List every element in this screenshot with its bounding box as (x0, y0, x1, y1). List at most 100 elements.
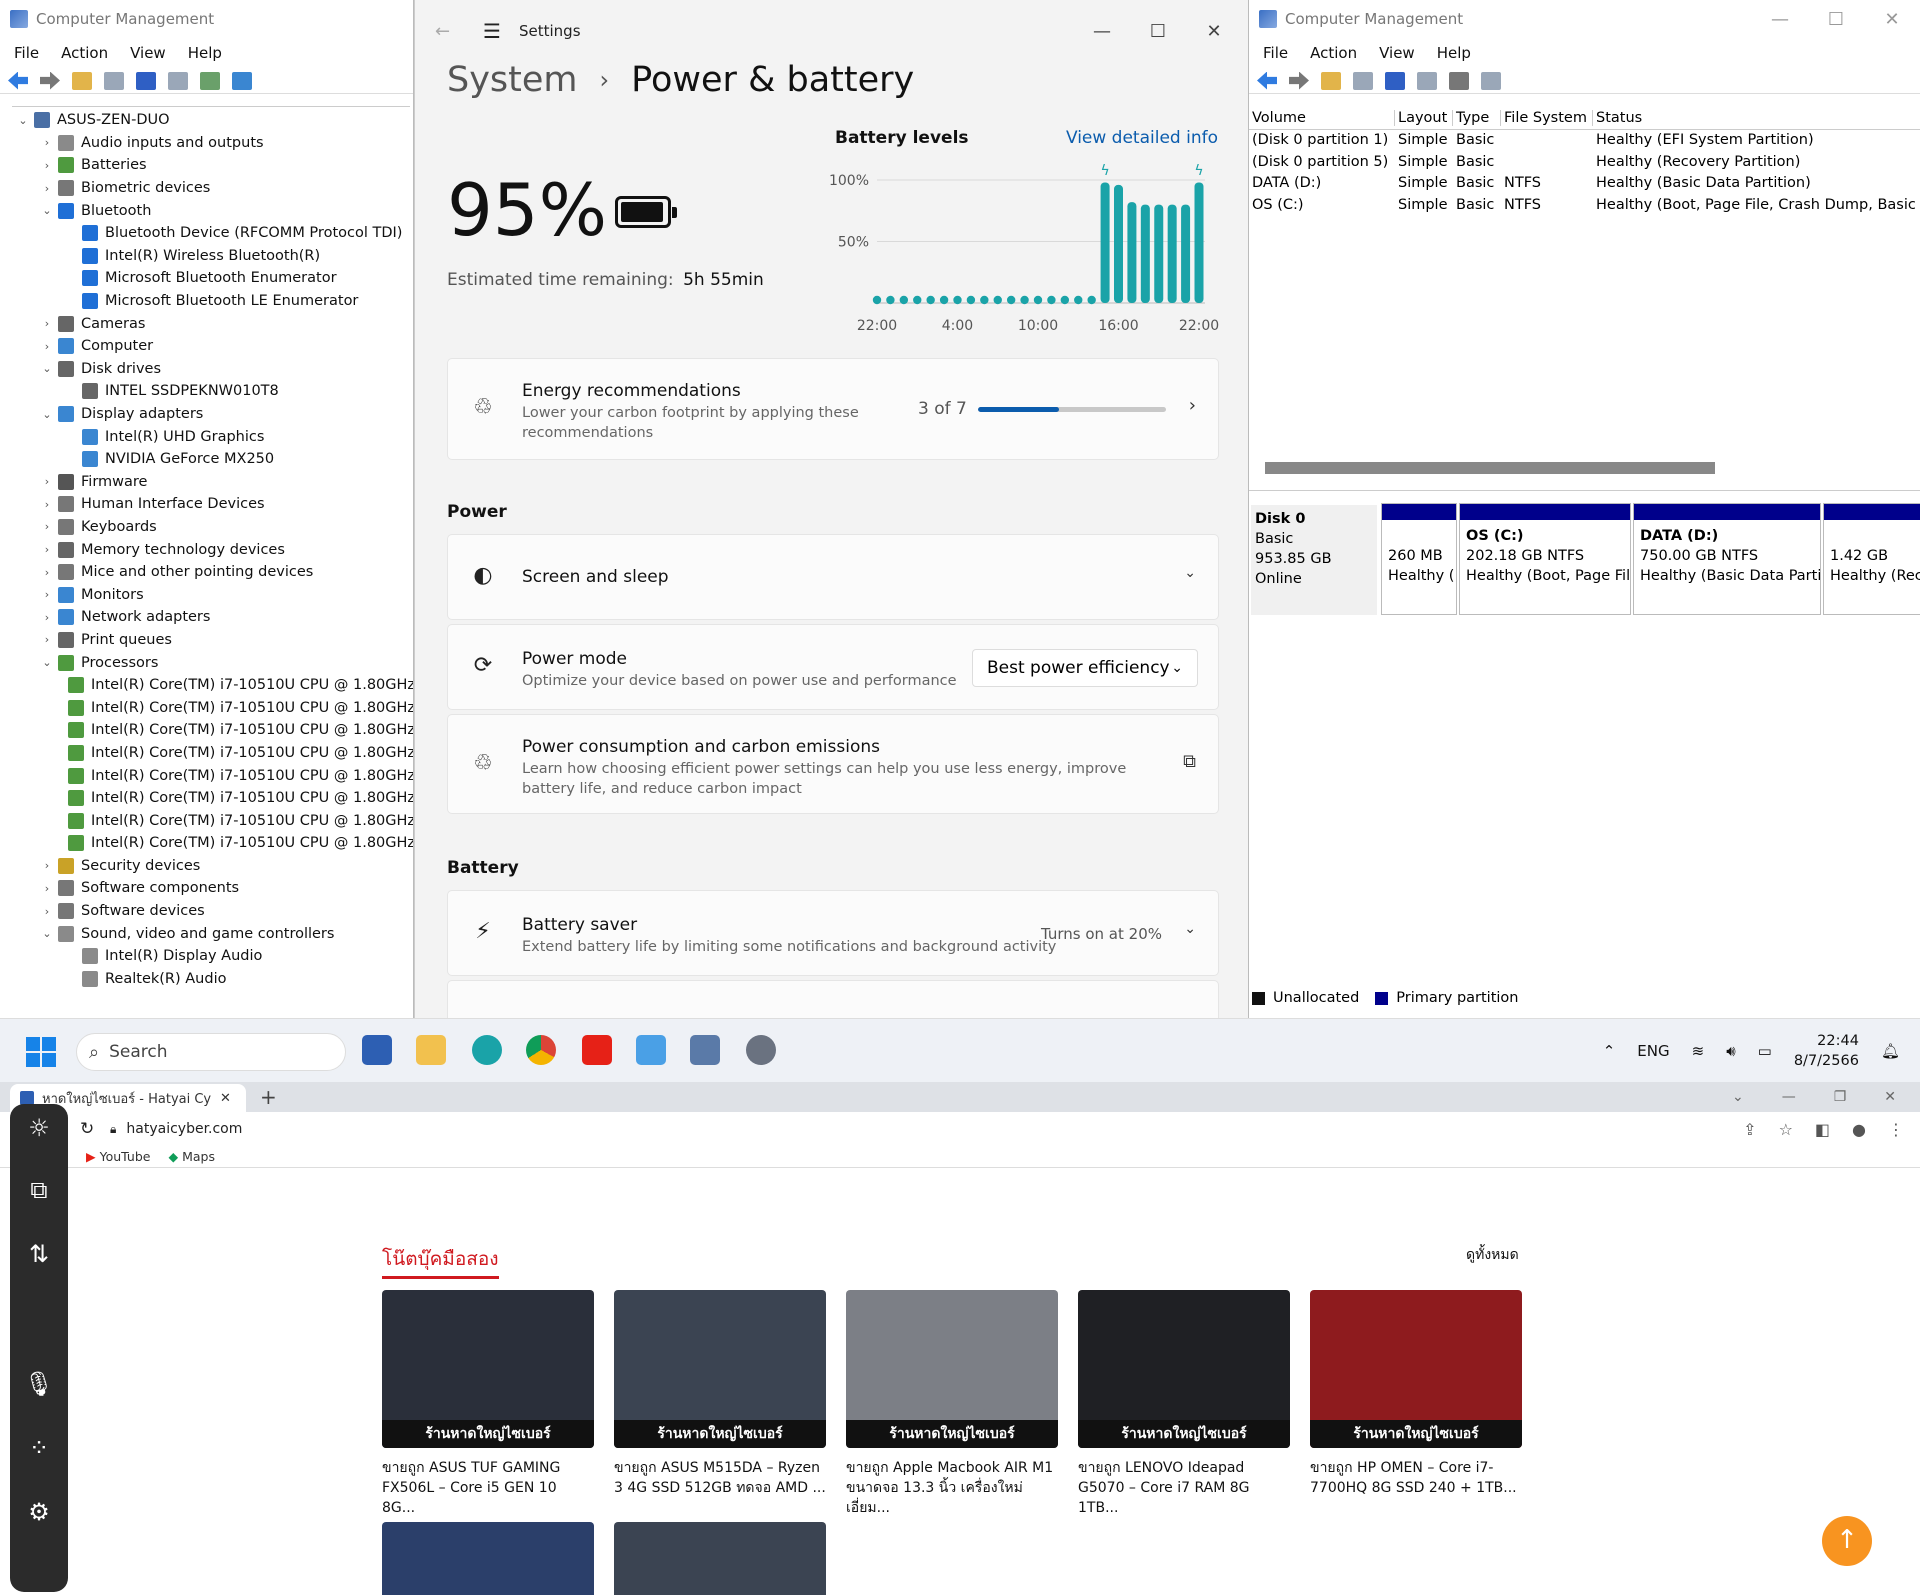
table-row[interactable]: DATA (D:) Simple Basic NTFS Healthy (Basic D… (1249, 173, 1920, 195)
tab-close-icon[interactable]: ✕ (220, 1091, 231, 1106)
title-bar[interactable]: Computer Management (0, 0, 413, 38)
tree-node[interactable]: Intel(R) Core(TM) i7-10510U CPU @ 1.80GH… (12, 787, 413, 810)
notification-bell-icon[interactable]: 🔔︎ (1881, 1042, 1900, 1060)
product-caption[interactable]: ขายถูก ASUS M515DA – Ryzen 3 4G SSD 512GB… (614, 1458, 826, 1498)
tree-node[interactable]: Intel(R) UHD Graphics (12, 425, 410, 448)
close-icon[interactable]: ✕ (1884, 1089, 1896, 1105)
product-card[interactable]: ร้านหาดใหญ่ไซเบอร์ ขายถูก HP OMEN – Core … (1310, 1290, 1522, 1498)
settings-gear-icon[interactable]: ⚙ (10, 1498, 68, 1526)
tab-search-icon[interactable]: ⌄ (1732, 1089, 1744, 1105)
tree-node[interactable]: Intel(R) Core(TM) i7-10510U CPU @ 1.80GH… (12, 742, 413, 765)
scan-hardware-icon[interactable] (232, 71, 252, 90)
chevron-right-icon[interactable]: › (40, 340, 54, 353)
tree-node[interactable]: › Firmware (12, 471, 410, 494)
close-icon[interactable]: ✕ (1864, 9, 1920, 30)
windows-start-icon[interactable] (26, 1037, 56, 1067)
menu-action[interactable]: Action (61, 44, 108, 62)
store-icon[interactable] (362, 1035, 392, 1065)
col-volume[interactable]: Volume (1249, 110, 1395, 127)
chevron-right-icon[interactable]: › (40, 588, 54, 601)
back-icon[interactable] (8, 71, 28, 90)
tree-node[interactable]: Realtek(R) Audio (12, 968, 410, 991)
menu-action[interactable]: Action (1310, 44, 1357, 62)
table-row[interactable]: (Disk 0 partition 5) Simple Basic Healthy (… (1249, 151, 1920, 173)
chevron-right-icon[interactable]: › (40, 905, 54, 918)
tree-node[interactable]: ⌄ Disk drives (12, 358, 410, 381)
key-icon[interactable] (1449, 71, 1469, 90)
chevron-right-icon[interactable]: › (40, 317, 54, 330)
scroll-to-top-button[interactable]: ↑ (1822, 1516, 1872, 1566)
computer-management-task-icon[interactable] (690, 1035, 720, 1065)
horizontal-scrollbar[interactable] (1265, 462, 1715, 474)
power-mode-dropdown[interactable]: Best power efficiency ⌄ (972, 649, 1198, 687)
up-folder-icon[interactable] (72, 71, 92, 90)
table-row[interactable]: (Disk 0 partition 1) Simple Basic Healthy (… (1249, 130, 1920, 152)
file-explorer-icon[interactable] (416, 1035, 446, 1065)
tree-node[interactable]: › Audio inputs and outputs (12, 132, 410, 155)
partition-os[interactable]: OS (C:) 202.18 GB NTFS Healthy (Boot, Page… (1459, 503, 1631, 615)
close-icon[interactable]: ✕ (1186, 21, 1242, 42)
screen-and-sleep-card[interactable]: ◐ Screen and sleep ⌄ (447, 534, 1219, 620)
product-card[interactable]: ร้านหาดใหญ่ไซเบอร์ ขายถูก Apple Macbook A… (846, 1290, 1058, 1518)
product-caption[interactable]: ขายถูก ASUS TUF GAMING FX506L – Core i5 G… (382, 1458, 594, 1518)
address-bar[interactable]: ↻ 🔒︎ hatyaicyber.com ⇪ ☆ ◧ ● ⋮ (0, 1112, 1920, 1146)
tree-node[interactable]: ⌄ Display adapters (12, 403, 410, 426)
youtube-icon[interactable] (582, 1035, 612, 1065)
tree-node[interactable]: Intel(R) Display Audio (12, 945, 410, 968)
tree-node[interactable]: › Monitors (12, 583, 410, 606)
energy-recommendations-card[interactable]: ♲ Energy recommendations Lower your carb… (447, 358, 1219, 460)
chevron-right-icon[interactable]: › (40, 566, 54, 579)
chevron-down-icon[interactable]: ⌄ (1184, 921, 1196, 937)
power-consumption-card[interactable]: ♲ Power consumption and carbon emissions… (447, 714, 1219, 814)
more-menu-icon[interactable]: ⋮ (1888, 1120, 1904, 1139)
menu-help[interactable]: Help (188, 44, 222, 62)
chevron-right-icon[interactable]: › (40, 520, 54, 533)
up-folder-icon[interactable] (1321, 71, 1341, 90)
tree-node[interactable]: › Security devices (12, 855, 410, 878)
chevron-right-icon[interactable]: › (40, 475, 54, 488)
hamburger-menu-icon[interactable]: ☰ (467, 19, 519, 43)
product-card[interactable] (382, 1522, 594, 1595)
title-bar[interactable]: Computer Management — ☐ ✕ (1249, 0, 1920, 38)
tree-node[interactable]: › Software components (12, 877, 410, 900)
chevron-right-icon[interactable]: › (40, 543, 54, 556)
show-hide-tree-icon[interactable] (104, 71, 124, 90)
settings-title-bar[interactable]: ← ☰ Settings — ☐ ✕ (415, 0, 1248, 62)
partition-efi[interactable]: 260 MB Healthy ( (1381, 503, 1457, 615)
console-icon[interactable] (1481, 71, 1501, 90)
share-icon[interactable]: ⇪ (1743, 1120, 1756, 1139)
table-row[interactable]: OS (C:) Simple Basic NTFS Healthy (Boot, Pag… (1249, 194, 1920, 216)
tree-node[interactable]: Intel(R) Core(TM) i7-10510U CPU @ 1.80GH… (12, 809, 413, 832)
breadcrumb-system[interactable]: System (447, 60, 578, 100)
battery-icon[interactable]: ▭ (1758, 1042, 1772, 1060)
chevron-down-icon[interactable]: ⌄ (1184, 565, 1196, 581)
chevron-down-icon[interactable]: ⌄ (40, 656, 54, 669)
battery-saver-card[interactable]: ⚡ Battery saver Extend battery life by l… (447, 890, 1219, 976)
screenpad-icon[interactable]: ⧉ (10, 1176, 68, 1204)
chevron-down-icon[interactable]: ⌄ (16, 114, 30, 127)
menu-view[interactable]: View (1379, 44, 1415, 62)
screen-transfer-icon[interactable]: ⇅ (10, 1240, 68, 1268)
back-arrow-icon[interactable]: ← (435, 21, 467, 42)
product-card[interactable] (614, 1522, 826, 1595)
chevron-right-icon[interactable]: › (40, 159, 54, 172)
tree-node[interactable]: › Human Interface Devices (12, 493, 410, 516)
new-tab-icon[interactable]: + (260, 1085, 277, 1109)
restore-icon[interactable]: ❐ (1834, 1089, 1847, 1105)
product-card[interactable]: ร้านหาดใหญ่ไซเบอร์ ขายถูก ASUS TUF GAMING… (382, 1290, 594, 1518)
chevron-down-icon[interactable]: ⌄ (40, 927, 54, 940)
forward-icon[interactable] (40, 71, 60, 90)
see-all-link[interactable]: ดูทั้งหมด (1466, 1244, 1519, 1266)
chevron-right-icon[interactable]: › (40, 633, 54, 646)
product-caption[interactable]: ขายถูก Apple Macbook AIR M1 ขนาดจอ 13.3 น… (846, 1458, 1058, 1518)
menu-file[interactable]: File (14, 44, 39, 62)
settings-gear-icon[interactable] (746, 1035, 776, 1065)
chevron-down-icon[interactable]: ⌄ (40, 408, 54, 421)
language-indicator[interactable]: ENG (1637, 1042, 1669, 1060)
partition-data[interactable]: DATA (D:) 750.00 GB NTFS Healthy (Basic Da… (1633, 503, 1821, 615)
tree-node[interactable]: ⌄ Sound, video and game controllers (12, 922, 410, 945)
tree-node[interactable]: Intel(R) Core(TM) i7-10510U CPU @ 1.80GH… (12, 719, 413, 742)
tree-node[interactable]: › Software devices (12, 900, 410, 923)
disk-info[interactable]: Disk 0 Basic 953.85 GB Online (1251, 505, 1377, 615)
tree-node[interactable]: › Network adapters (12, 606, 410, 629)
